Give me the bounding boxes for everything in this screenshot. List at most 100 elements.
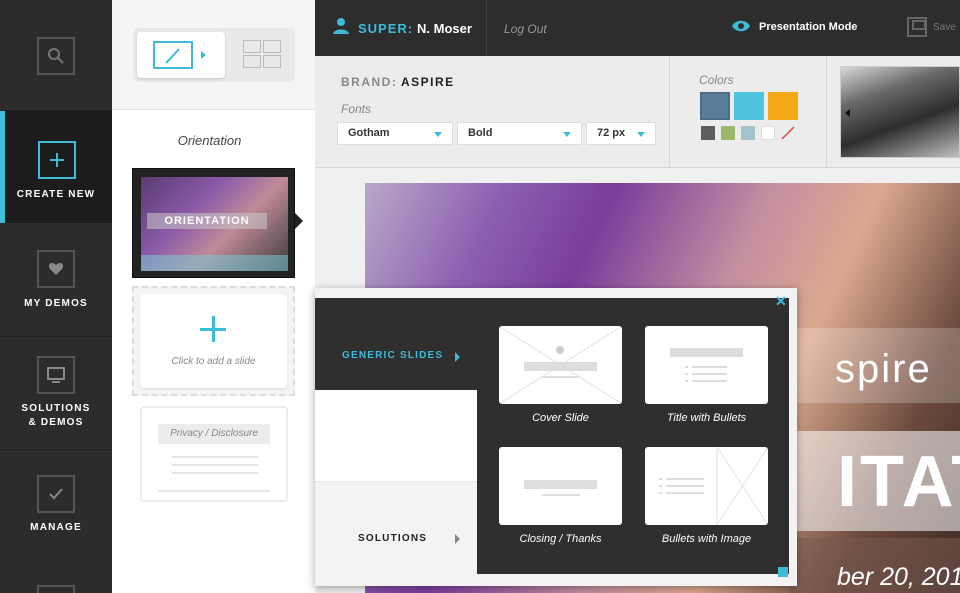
toolbar-divider — [826, 56, 827, 168]
selected-slide-pointer — [295, 213, 303, 229]
nav-item-search[interactable] — [0, 0, 112, 110]
user-icon — [332, 17, 350, 40]
style-toolbar: BRAND: ASPIRE Fonts Gotham Bold 72 px Co… — [315, 56, 960, 168]
grid-cell-icon — [263, 55, 281, 68]
view-toggle — [133, 28, 295, 82]
resize-handle-icon[interactable] — [778, 567, 788, 577]
chevron-down-icon — [434, 132, 442, 137]
close-icon[interactable]: ✕ — [775, 293, 787, 310]
colors-label: Colors — [699, 73, 734, 87]
presentation-mode-button[interactable]: Presentation Mode — [759, 21, 857, 33]
nav-item-my-demos[interactable]: MY DEMOS — [0, 224, 112, 336]
color-swatch-mini[interactable] — [721, 126, 735, 140]
header-divider — [486, 0, 487, 56]
color-swatch-primary[interactable] — [700, 92, 730, 120]
single-view-button[interactable] — [137, 32, 225, 78]
slide-title[interactable]: ITAT — [837, 441, 960, 523]
checkmark-icon — [37, 475, 75, 513]
nav-item-solutions[interactable]: SOLUTIONS & DEMOS — [0, 337, 112, 449]
grid-cell-icon — [243, 55, 261, 68]
chevron-right-icon — [455, 352, 460, 362]
grid-view-button[interactable] — [243, 40, 283, 70]
slide-thumbnail-caption: ORIENTATION — [147, 213, 267, 229]
user-name: N. Moser — [417, 21, 472, 36]
nav-item-create-new[interactable]: CREATE NEW — [0, 111, 112, 223]
grid-cell-icon — [243, 40, 261, 53]
font-weight-value: Bold — [468, 127, 493, 139]
chevron-right-icon — [455, 534, 460, 544]
template-label: Bullets with Image — [661, 533, 752, 545]
nav-label-solutions-1: SOLUTIONS — [21, 403, 91, 414]
slide-date[interactable]: ber 20, 2013 — [837, 563, 960, 592]
app-root: CREATE NEW MY DEMOS SOLUTIONS & DEMOS MA… — [0, 0, 960, 593]
template-closing-thanks[interactable] — [499, 447, 622, 525]
plus-icon — [200, 316, 228, 344]
add-slide-card: Click to add a slide — [140, 294, 287, 388]
chevron-down-icon — [563, 132, 571, 137]
search-icon — [37, 37, 75, 75]
template-title-with-bullets[interactable] — [645, 326, 768, 404]
color-swatch-secondary[interactable] — [734, 92, 764, 120]
template-label: Closing / Thanks — [519, 533, 602, 545]
user-role: SUPER: — [358, 21, 414, 36]
font-family-value: Gotham — [348, 127, 390, 139]
color-swatch-mini[interactable] — [741, 126, 755, 140]
template-label: Title with Bullets — [666, 412, 747, 424]
disclosure-title: Privacy / Disclosure — [158, 424, 270, 444]
slides-panel-header — [112, 0, 315, 110]
brand-label: BRAND: — [341, 75, 398, 89]
color-swatch-mini[interactable] — [701, 126, 715, 140]
color-swatch-accent[interactable] — [768, 92, 798, 120]
fonts-label: Fonts — [341, 102, 372, 116]
arrow-right-icon — [201, 51, 206, 59]
text-line — [172, 456, 258, 458]
text-line — [172, 464, 258, 466]
font-size-select[interactable]: 72 px — [586, 122, 656, 145]
font-size-value: 72 px — [597, 127, 626, 139]
nav-label-create-new: CREATE NEW — [16, 189, 96, 200]
brand-value: ASPIRE — [401, 75, 455, 89]
menu-label-generic-slides: GENERIC SLIDES — [342, 350, 444, 361]
slide-logo-text[interactable]: spire — [835, 347, 932, 392]
font-family-select[interactable]: Gotham — [337, 122, 453, 145]
nav-label-solutions-2: & DEMOS — [28, 417, 84, 428]
text-line — [172, 472, 258, 474]
menu-item-solutions[interactable]: SOLUTIONS — [315, 390, 477, 544]
nav-item-more[interactable] — [0, 575, 112, 593]
slide-thumbnail-disclosure[interactable]: Privacy / Disclosure — [140, 406, 288, 502]
heart-icon — [37, 250, 75, 288]
eye-icon[interactable] — [731, 19, 751, 38]
deck-title: Orientation — [177, 133, 242, 148]
slide-thumbnail-strip — [141, 255, 288, 271]
main-nav: CREATE NEW MY DEMOS SOLUTIONS & DEMOS MA… — [0, 0, 121, 593]
menu-label-solutions: SOLUTIONS — [358, 533, 428, 544]
slide-thumbnail-1[interactable]: ORIENTATION — [132, 168, 295, 278]
plus-icon — [38, 141, 76, 179]
slide-view-icon — [153, 41, 193, 69]
background-image-picker[interactable] — [840, 66, 960, 158]
add-slide-text: Click to add a slide — [171, 356, 256, 367]
color-swatch-mini[interactable] — [761, 126, 775, 140]
font-weight-select[interactable]: Bold — [457, 122, 582, 145]
logout-link[interactable]: Log Out — [504, 22, 547, 36]
template-grid: Cover Slide Title with Bullets Closing /… — [477, 298, 789, 574]
nav-item-manage[interactable]: MANAGE — [0, 450, 112, 562]
nav-label-my-demos: MY DEMOS — [24, 298, 88, 309]
no-color-swatch[interactable] — [781, 126, 795, 140]
template-label: Cover Slide — [532, 412, 589, 424]
add-slide-button[interactable]: Click to add a slide — [132, 286, 295, 396]
template-cover-slide[interactable] — [499, 326, 622, 404]
save-button[interactable]: Save — [933, 22, 956, 33]
text-line — [158, 490, 270, 492]
top-bar: SUPER: N. Moser Log Out Presentation Mod… — [315, 0, 960, 56]
nav-label-manage: MANAGE — [30, 522, 82, 533]
grid-cell-icon — [263, 40, 281, 53]
chevron-down-icon — [637, 132, 645, 137]
template-bullets-with-image[interactable] — [645, 447, 768, 525]
save-icon[interactable] — [907, 17, 927, 37]
template-popup: GENERIC SLIDES SOLUTIONS Cover Slide Tit… — [315, 288, 797, 586]
menu-item-generic-slides[interactable]: GENERIC SLIDES — [315, 298, 480, 390]
arrow-left-icon[interactable] — [845, 109, 850, 117]
more-icon — [37, 585, 75, 593]
slides-panel: Orientation ORIENTATION Click to add a s… — [112, 0, 315, 593]
